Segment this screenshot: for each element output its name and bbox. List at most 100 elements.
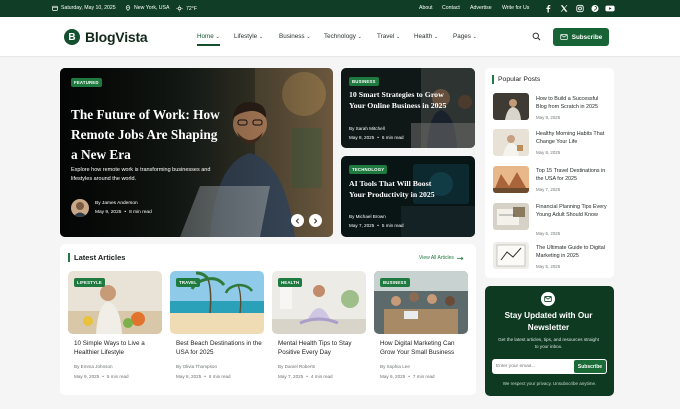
hero-badge: FEATURED [71, 78, 102, 87]
nav-business[interactable]: Business ⌄ [279, 33, 311, 40]
chevron-down-icon: ⌄ [306, 34, 311, 40]
nav-active-indicator [197, 44, 220, 46]
chevron-down-icon: ⌄ [215, 34, 220, 40]
hero-author[interactable]: By James Anderson [95, 201, 138, 206]
popular-post-3-title[interactable]: Top 15 Travel Destinations in the USA fo… [536, 168, 608, 184]
side-card-1-badge: BUSINESS [349, 77, 379, 86]
mail-icon [560, 34, 568, 40]
view-all-articles-link[interactable]: View All Articles [419, 255, 464, 261]
article-3-author: By Daniel Roberts [278, 364, 316, 369]
chevron-down-icon: ⌄ [433, 34, 439, 40]
side-card-2-author: By Michael Brown [349, 214, 386, 219]
popular-post-1-thumb[interactable] [493, 93, 529, 120]
popular-post-5-thumb[interactable] [493, 242, 529, 269]
top-bar: Saturday, May 10, 2025 New York, USA 72°… [0, 0, 680, 17]
nav-health[interactable]: Health ⌄ [414, 33, 438, 40]
article-3-badge: HEALTH [278, 278, 303, 287]
chevron-down-icon: ⌄ [396, 34, 401, 40]
newsletter-privacy: We respect your privacy. Unsubscribe any… [502, 381, 597, 386]
hero-meta: May 9, 2025 • 8 min read [95, 210, 152, 215]
article-2-badge: TRAVEL [176, 278, 201, 287]
location-item: New York, USA [125, 5, 169, 11]
newsletter-title: Stay Updated with Our Newsletter [504, 311, 593, 332]
side-card-2-badge: TECHNOLOGY [349, 165, 388, 174]
topbar-location: New York, USA [134, 5, 170, 11]
search-icon[interactable] [532, 32, 541, 41]
pinterest-icon[interactable] [591, 4, 599, 13]
side-card-1-author: By Sarah Mitchell [349, 126, 385, 131]
hero-title[interactable]: The Future of Work: How Remote Jobs Are … [71, 105, 221, 165]
article-1-title[interactable]: 10 Simple Ways to Live a Healthier Lifes… [74, 339, 160, 357]
nav-pages[interactable]: Pages ⌄ [453, 33, 477, 40]
article-2-author: By Olivia Thompson [176, 364, 218, 369]
nav-home[interactable]: Home ⌄ [197, 33, 220, 40]
facebook-icon[interactable] [544, 4, 552, 13]
subscribe-button[interactable]: Subscribe [553, 28, 609, 46]
popular-post-5-date: May 5, 2025 [536, 264, 561, 269]
newsletter-text: Get the latest articles, tips, and resou… [498, 337, 599, 350]
site-logo-text[interactable]: BlogVista [85, 29, 148, 45]
about-link[interactable]: About [419, 5, 433, 11]
write-for-us-link[interactable]: Write for Us [502, 5, 529, 11]
newsletter-subscribe-button[interactable]: Subscribe [574, 360, 606, 373]
hero-excerpt: Explore how remote work is transforming … [71, 167, 211, 182]
logo-icon[interactable]: B [64, 29, 80, 45]
nav-technology[interactable]: Technology ⌄ [324, 33, 362, 40]
nav-lifestyle[interactable]: Lifestyle ⌄ [234, 33, 263, 40]
newsletter-mail-icon [541, 292, 555, 306]
advertise-link[interactable]: Advertise [470, 5, 492, 11]
youtube-icon[interactable] [605, 4, 615, 13]
article-1-author: By Emma Johnson [74, 364, 113, 369]
popular-post-2-date: May 8, 2025 [536, 150, 561, 155]
prev-slide-button[interactable] [291, 214, 304, 227]
popular-post-1-title[interactable]: How to Build a Successful Blog from Scra… [536, 96, 608, 112]
popular-post-3-date: May 7, 2025 [536, 187, 561, 192]
hero-read-time: 8 min read [129, 210, 152, 215]
popular-post-4-date: May 6, 2025 [536, 231, 561, 236]
main-nav-bar: B BlogVista Home ⌄ Lifestyle ⌄ Business … [0, 17, 680, 57]
popular-post-2-title[interactable]: Healthy Morning Habits That Change Your … [536, 131, 608, 147]
side-card-1-title[interactable]: 10 Smart Strategies to Grow Your Online … [349, 90, 449, 111]
chevron-left-icon [295, 217, 299, 224]
popular-post-4-title[interactable]: Financial Planning Tips Every Young Adul… [536, 204, 608, 220]
hero-author-avatar [71, 199, 89, 217]
contact-link[interactable]: Contact [442, 5, 460, 11]
nav-travel[interactable]: Travel ⌄ [377, 33, 400, 40]
section-accent-bar [68, 253, 70, 262]
instagram-icon[interactable] [576, 4, 584, 13]
article-3-meta: May 7, 2025 • 4 min read [278, 374, 333, 379]
popular-post-4-thumb[interactable] [493, 203, 529, 230]
article-4-badge: BUSINESS [380, 278, 410, 287]
article-1-meta: May 9, 2025 • 5 min read [74, 374, 129, 379]
popular-accent-bar [492, 75, 494, 84]
arrow-right-icon [456, 256, 464, 260]
popular-post-5-title[interactable]: The Ultimate Guide to Digital Marketing … [536, 245, 608, 261]
latest-articles-heading: Latest Articles [74, 253, 126, 262]
popular-posts-heading: Popular Posts [498, 76, 541, 83]
side-card-2-title[interactable]: AI Tools That Will Boost Your Productivi… [349, 179, 439, 200]
topbar-weather: 72°F [186, 5, 198, 12]
chevron-down-icon: ⌄ [357, 34, 362, 40]
article-1-badge: LIFESTYLE [74, 278, 105, 287]
article-2-meta: May 8, 2025 • 6 min read [176, 374, 231, 379]
side-card-1-meta: May 8, 2025 • 6 min read [349, 135, 404, 140]
topbar-date: Saturday, May 10, 2025 [61, 5, 116, 11]
popular-post-2-thumb[interactable] [493, 129, 529, 156]
chevron-down-icon: ⌄ [472, 34, 477, 40]
x-twitter-icon[interactable] [560, 4, 568, 13]
newsletter-email-input[interactable] [494, 360, 570, 373]
next-slide-button[interactable] [309, 214, 322, 227]
article-4-meta: May 6, 2025 • 7 min read [380, 374, 435, 379]
article-4-author: By Sophia Lee [380, 364, 410, 369]
popular-post-3-thumb[interactable] [493, 166, 529, 193]
hero-date: May 9, 2025 [95, 210, 122, 215]
side-card-2-meta: May 7, 2025 • 5 min read [349, 223, 404, 228]
chevron-right-icon [314, 217, 318, 224]
weather-item: 72°F [176, 5, 197, 12]
article-4-title[interactable]: How Digital Marketing Can Grow Your Smal… [380, 339, 466, 357]
article-2-title[interactable]: Best Beach Destinations in the USA for 2… [176, 339, 262, 357]
location-pin-icon [125, 5, 131, 11]
article-3-title[interactable]: Mental Health Tips to Stay Positive Ever… [278, 339, 364, 357]
sun-icon [176, 5, 183, 12]
date-item: Saturday, May 10, 2025 [52, 5, 116, 11]
